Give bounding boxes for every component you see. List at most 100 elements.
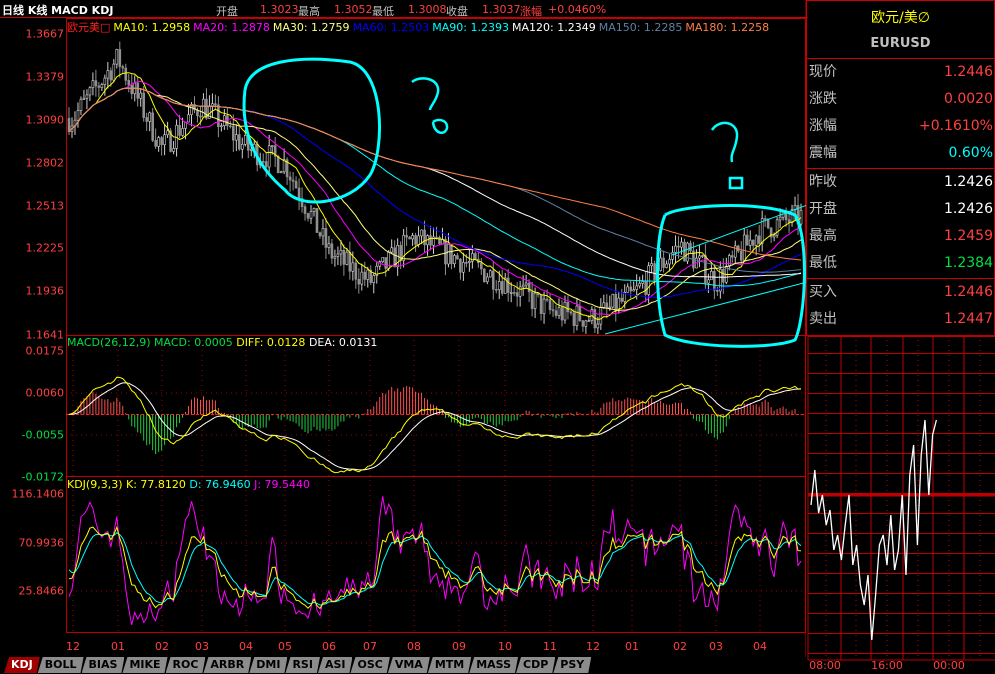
x-axis-label: 11 <box>543 640 557 653</box>
x-axis-label: 12 <box>66 640 80 653</box>
x-axis-label: 04 <box>753 640 767 653</box>
ma-legend-item: MA10: 1.2958 <box>113 21 191 34</box>
tab-arbr[interactable]: ARBR <box>203 657 251 673</box>
tab-asi[interactable]: ASI <box>318 657 353 673</box>
candle-body <box>572 312 576 327</box>
candle-body <box>739 250 743 261</box>
x-axis-label: 10 <box>498 640 512 653</box>
candle-body <box>500 281 504 294</box>
candle-body <box>551 309 555 312</box>
candle-body <box>276 156 280 173</box>
tab-kdj[interactable]: KDJ <box>4 657 40 673</box>
candle-body <box>121 66 125 69</box>
candle-body <box>390 247 393 253</box>
candle-body <box>360 271 364 285</box>
candle-body <box>82 97 86 100</box>
candle-body <box>539 294 543 314</box>
main-chart[interactable]: 12 01 02 03 04 05 06 07 08 09 10 11 12 01 02 03 04 <box>0 0 806 657</box>
x-axis-label: 03 <box>709 640 723 653</box>
candle-body <box>420 229 423 237</box>
tab-mtm[interactable]: MTM <box>428 657 471 673</box>
quote-value: 1.2384 <box>944 255 993 271</box>
tab-boll[interactable]: BOLL <box>38 657 84 673</box>
candle-body <box>267 145 271 168</box>
candle-body <box>88 87 92 96</box>
instrument-name: 欧元/美∅ <box>871 10 930 26</box>
candle-body <box>647 265 650 295</box>
quote-row: 买入 1.2446 <box>809 279 993 305</box>
x-axis-label: 08 <box>407 640 421 653</box>
tab-psy[interactable]: PSY <box>553 657 591 673</box>
candle-body <box>668 259 671 265</box>
candle-body <box>112 63 116 81</box>
tab-mass[interactable]: MASS <box>469 657 518 673</box>
candle-body <box>602 302 606 308</box>
candle-body <box>560 307 564 321</box>
candle-body <box>453 255 456 265</box>
candle-body <box>480 262 483 270</box>
x-axis-label: 01 <box>111 640 125 653</box>
d-value: D: 76.9460 <box>189 478 251 491</box>
candle-body <box>264 161 268 168</box>
candle-body <box>238 134 241 150</box>
quote-value: 0.0020 <box>944 91 993 107</box>
candle-body <box>438 237 441 245</box>
candle-body <box>103 77 107 85</box>
candle-body <box>629 286 633 292</box>
x-axis-label: 05 <box>278 640 292 653</box>
instrument-code: EURUSD <box>870 36 931 51</box>
tab-mike[interactable]: MIKE <box>122 657 167 673</box>
candle-body <box>512 292 516 294</box>
candle-body <box>333 256 337 259</box>
candle-body <box>187 114 190 123</box>
quote-value: +0.1610% <box>918 118 993 134</box>
intraday-chart[interactable]: 08:00 16:00 00:00 <box>806 335 995 674</box>
candle-body <box>483 268 486 283</box>
ma90-line <box>68 87 802 287</box>
candle-body <box>297 187 301 199</box>
candle-body <box>142 92 145 118</box>
candle-body <box>154 140 157 147</box>
x-axis-label: 04 <box>239 640 253 653</box>
tab-cdp[interactable]: CDP <box>516 657 555 673</box>
candle-body <box>79 98 83 111</box>
candle-body <box>491 270 495 290</box>
tab-dmi[interactable]: DMI <box>249 657 287 673</box>
candle-body <box>497 281 501 290</box>
candle-body <box>151 112 154 141</box>
candle-body <box>315 208 319 233</box>
candle-body <box>650 263 653 267</box>
candle-body <box>178 124 181 136</box>
tab-roc[interactable]: ROC <box>166 657 206 673</box>
candle-body <box>423 229 426 246</box>
candle-body <box>166 130 169 136</box>
candle-body <box>240 143 244 150</box>
ma-legend-item: MA180: 1.2258 <box>685 21 770 34</box>
tab-vma[interactable]: VMA <box>388 657 430 673</box>
candle-body <box>515 292 519 297</box>
candle-body <box>327 243 331 248</box>
x-axis-label: 03 <box>195 640 209 653</box>
candle-body <box>674 245 677 253</box>
x-axis-label: 09 <box>452 640 466 653</box>
tab-bias[interactable]: BIAS <box>82 657 125 673</box>
candle-body <box>351 262 355 272</box>
panel-frame <box>66 335 806 477</box>
candle-body <box>713 271 716 291</box>
candle-body <box>214 103 217 106</box>
dea-value: DEA: 0.0131 <box>308 336 378 349</box>
candle-body <box>109 70 113 81</box>
candle-body <box>465 262 468 264</box>
candle-body <box>405 235 408 238</box>
candle-body <box>772 234 776 238</box>
ma-legend-item: MA30: 1.2759 <box>272 21 350 34</box>
tab-osc[interactable]: OSC <box>350 657 389 673</box>
candle-body <box>261 161 265 163</box>
quote-row: 昨收 1.2426 <box>809 169 993 195</box>
candle-body <box>444 238 447 265</box>
candle-body <box>638 283 641 287</box>
tab-rsi[interactable]: RSI <box>285 657 320 673</box>
candle-body <box>569 311 573 314</box>
candle-body <box>118 49 122 67</box>
candle-body <box>321 228 325 237</box>
